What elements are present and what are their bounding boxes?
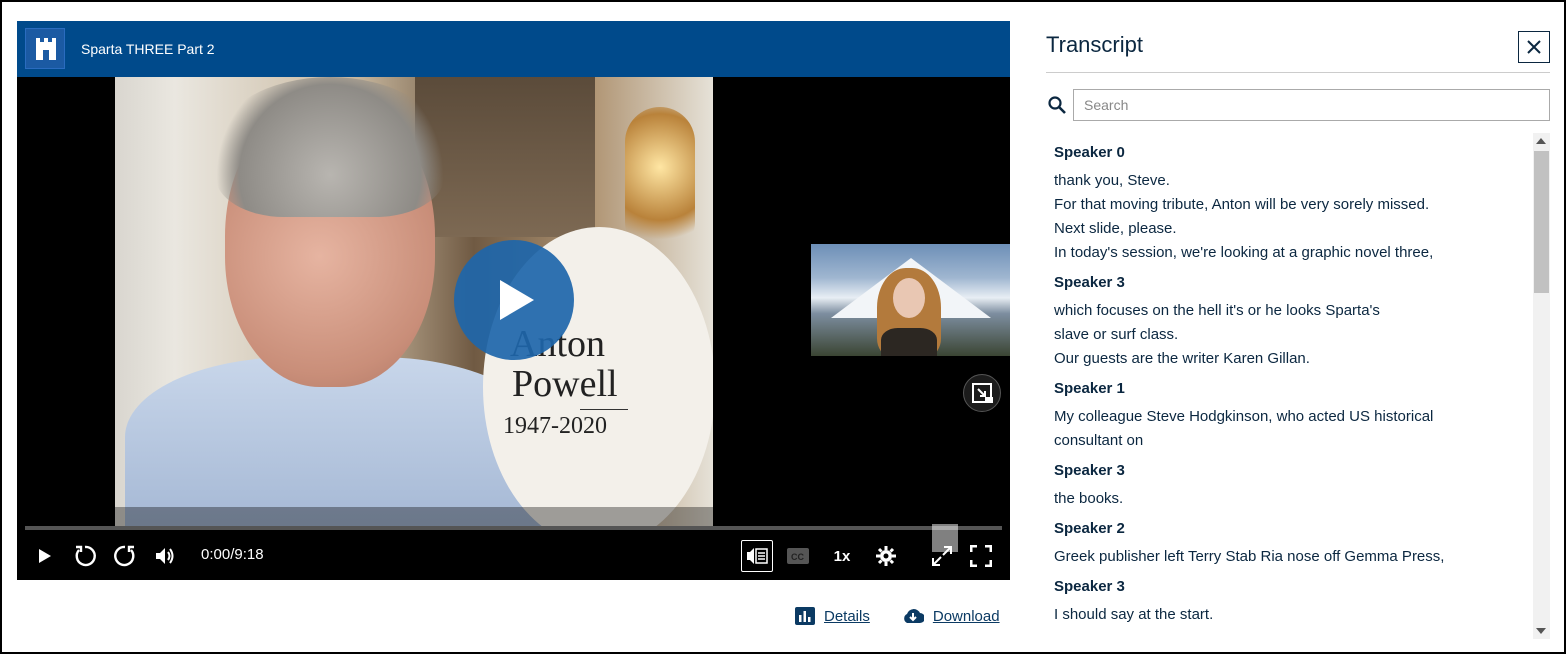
- scroll-up-icon[interactable]: [1536, 138, 1546, 144]
- pip-person: [877, 268, 941, 356]
- speaker-label: Speaker 3: [1054, 462, 1125, 479]
- transcript-segment[interactable]: Speaker 0 thank you, Steve. For that mov…: [1054, 144, 1532, 265]
- picture-in-picture-video[interactable]: [811, 244, 1010, 356]
- scroll-thumb[interactable]: [1534, 151, 1549, 293]
- cc-icon[interactable]: CC: [787, 542, 809, 570]
- transcript-line[interactable]: My colleague Steve Hodgkinson, who acted…: [1054, 405, 1532, 429]
- speaker-label: Speaker 2: [1054, 520, 1125, 537]
- time-display: 0:00/9:18: [201, 546, 264, 563]
- big-play-icon[interactable]: [454, 240, 574, 360]
- transcript-line[interactable]: I should say at the start.: [1054, 603, 1532, 627]
- transcript-line[interactable]: In today's session, we're looking at a g…: [1054, 241, 1532, 265]
- control-bar: 0:00/9:18 CC 1x: [17, 534, 1010, 580]
- video-player[interactable]: Sparta THREE Part 2 Anton Powell 1947-20…: [17, 21, 1010, 580]
- scroll-down-icon[interactable]: [1536, 628, 1546, 634]
- watermark-mark: [932, 524, 958, 552]
- transcript-title: Transcript: [1046, 32, 1143, 57]
- details-label: Details: [824, 607, 870, 625]
- player-links: Details Download: [795, 605, 1000, 627]
- rewind-icon[interactable]: [72, 542, 98, 570]
- transcript-segment[interactable]: Speaker 1 My colleague Steve Hodgkinson,…: [1054, 380, 1532, 453]
- transcript-line[interactable]: consultant on: [1054, 429, 1532, 453]
- pip-person-body: [881, 328, 937, 356]
- pip-icon[interactable]: [963, 374, 1001, 412]
- transcript-line[interactable]: Our guests are the writer Karen Gillan.: [1054, 347, 1532, 371]
- transcript-line[interactable]: the books.: [1054, 487, 1532, 511]
- transcript-line[interactable]: slave or surf class.: [1054, 323, 1532, 347]
- speaker-label: Speaker 3: [1054, 578, 1125, 595]
- speaker-label: Speaker 3: [1054, 274, 1125, 291]
- video-frame[interactable]: Anton Powell 1947-2020: [115, 77, 713, 526]
- download-link[interactable]: Download: [902, 608, 1000, 625]
- slide-years: 1947-2020: [503, 413, 607, 439]
- slide-name-last: Powell: [512, 363, 618, 405]
- transcript-line[interactable]: Next slide, please.: [1054, 217, 1532, 241]
- speed-button[interactable]: 1x: [831, 542, 853, 570]
- forward-icon[interactable]: [112, 542, 138, 570]
- transcript-line[interactable]: For that moving tribute, Anton will be v…: [1054, 193, 1532, 217]
- svg-text:CC: CC: [791, 552, 804, 562]
- transcript-segment[interactable]: Speaker 3 the books.: [1054, 462, 1532, 511]
- volume-icon[interactable]: [153, 542, 177, 570]
- search-icon: [1048, 96, 1066, 119]
- video-title: Sparta THREE Part 2: [81, 41, 215, 57]
- watermark-logo: [932, 524, 1004, 554]
- play-icon[interactable]: [35, 542, 55, 570]
- transcript-line[interactable]: Greek publisher left Terry Stab Ria nose…: [1054, 545, 1532, 569]
- close-icon[interactable]: [1518, 31, 1550, 63]
- gear-icon[interactable]: [875, 542, 897, 570]
- speaker-label: Speaker 0: [1054, 144, 1125, 161]
- transcript-segment[interactable]: Speaker 2 Greek publisher left Terry Sta…: [1054, 520, 1532, 569]
- download-label: Download: [932, 607, 1000, 625]
- transcript-list[interactable]: Speaker 0 thank you, Steve. For that mov…: [1046, 133, 1532, 639]
- transcript-segment[interactable]: Speaker 3 I should say at the start.: [1054, 578, 1532, 627]
- slide-rule: [580, 409, 628, 410]
- transcript-line[interactable]: thank you, Steve.: [1054, 169, 1532, 193]
- logo-icon: [25, 28, 65, 69]
- progress-bar[interactable]: [25, 526, 1002, 530]
- transcript-segment[interactable]: Speaker 3 which focuses on the hell it's…: [1054, 274, 1532, 371]
- player-header: Sparta THREE Part 2: [17, 21, 1010, 77]
- speaker-label: Speaker 1: [1054, 380, 1125, 397]
- transcript-icon[interactable]: [741, 540, 773, 572]
- chart-icon: [795, 607, 815, 625]
- details-link[interactable]: Details: [795, 607, 870, 625]
- pip-person-face: [893, 278, 925, 318]
- video-bottom-shade: [115, 507, 713, 526]
- transcript-line[interactable]: which focuses on the hell it's or he loo…: [1054, 299, 1532, 323]
- transcript-scrollbar[interactable]: [1533, 133, 1550, 639]
- panel-divider: [1046, 72, 1550, 73]
- cloud-download-icon: [904, 609, 924, 623]
- search-input[interactable]: [1073, 89, 1550, 121]
- video-person-hair: [215, 77, 445, 217]
